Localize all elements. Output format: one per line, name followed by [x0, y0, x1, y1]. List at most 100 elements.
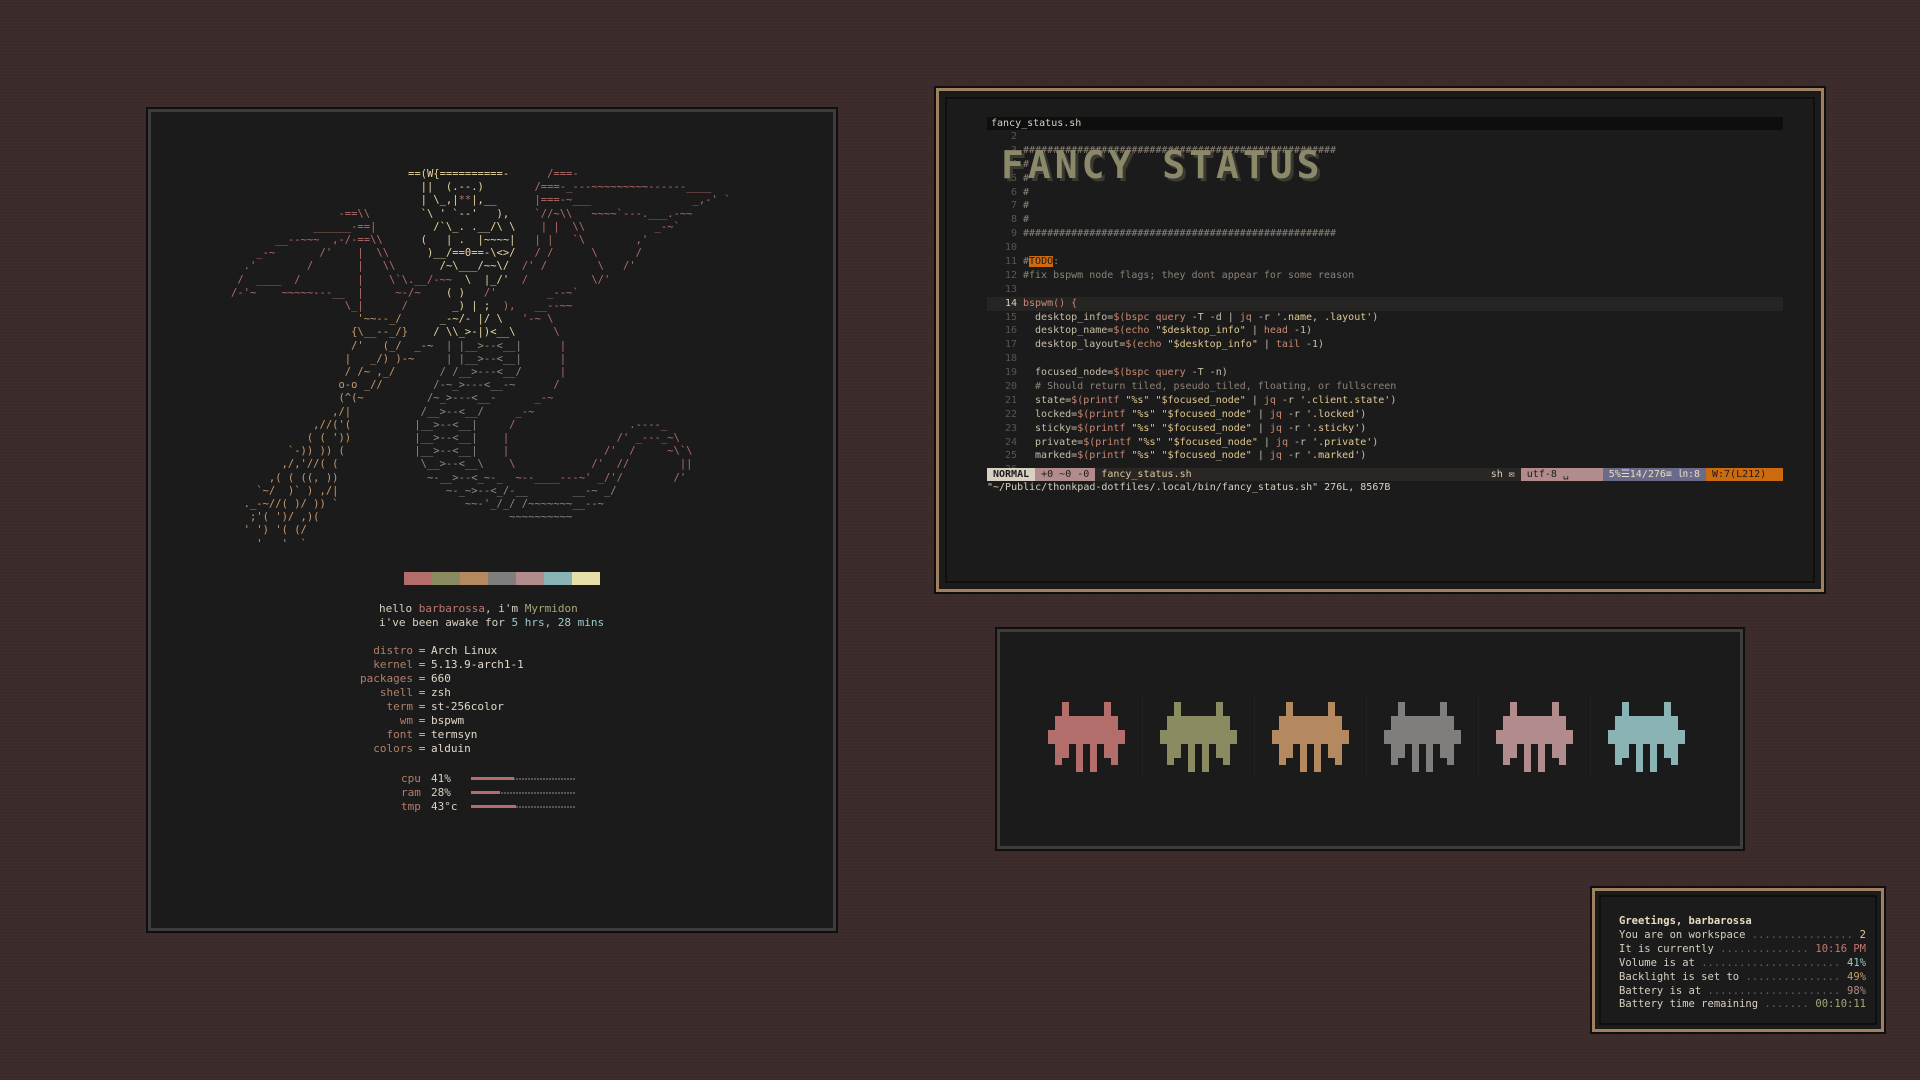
code-text: #TODO: [1023, 256, 1060, 268]
info-row-packages: packages = 660 [351, 672, 524, 686]
code-line[interactable]: 7 # [987, 199, 1783, 213]
code-line[interactable]: 10 [987, 241, 1783, 255]
code-line[interactable]: 11 #TODO: [987, 255, 1783, 269]
invaders-terminal-window[interactable] [995, 627, 1745, 851]
code-line[interactable]: 16 desktop_name=$(echo "$desktop_info" |… [987, 324, 1783, 338]
status-row: It is currently ...................... 1… [1619, 943, 1866, 957]
uptime-line: i've been awake for 5 hrs, 28 mins [379, 616, 605, 629]
status-value: 10:16 PM [1809, 942, 1866, 955]
code-line[interactable]: 13 [987, 283, 1783, 297]
code-line[interactable]: 20 # Should return tiled, pseudo_tiled, … [987, 380, 1783, 394]
meter-value: 41% [431, 772, 451, 785]
info-value: st-256color [431, 700, 504, 713]
code-line[interactable]: 21 state=$(printf "%s" "$focused_node" |… [987, 394, 1783, 408]
invader-cell [1366, 687, 1478, 787]
info-key: shell [379, 686, 413, 699]
line-number: 6 [1010, 186, 1017, 198]
meter-fill [471, 777, 514, 780]
line-number: 19 [1004, 367, 1017, 379]
palette-swatch-1 [404, 572, 432, 585]
editor-tabline[interactable]: fancy_status.sh [987, 117, 1783, 130]
status-label: Battery is at [1619, 984, 1708, 997]
info-row-term: term = st-256color [351, 700, 524, 714]
code-text: sticky=$(printf "%s" "$focused_node" | j… [1023, 422, 1367, 434]
code-text: locked=$(printf "%s" "$focused_node" | j… [1023, 408, 1367, 420]
invader-cell [1030, 687, 1142, 787]
palette-swatch-5 [516, 572, 544, 585]
code-line[interactable]: 12 #fix bspwm node flags; they dont appea… [987, 269, 1783, 283]
resource-meters: cpu 41% ram 28% tmp 43°c [401, 772, 575, 814]
system-info: distro = Arch Linux kernel = 5.13.9-arch1-1 pa… [351, 644, 524, 756]
status-dots: ................... [1745, 970, 1841, 983]
status-row: Battery is at ........................ 9… [1619, 985, 1866, 999]
code-line[interactable]: 8 # [987, 213, 1783, 227]
status-terminal-window[interactable]: Greetings, barbarossa You are on workspa… [1590, 886, 1886, 1034]
info-separator: = [418, 686, 426, 699]
code-line[interactable]: 2 [987, 130, 1783, 144]
info-value: zsh [431, 686, 451, 699]
code-text: #fix bspwm node flags; they dont appear … [1023, 269, 1355, 281]
meter-label: cpu [401, 772, 421, 785]
info-row-font: font = termsyn [351, 728, 524, 742]
info-separator: = [418, 728, 426, 741]
meter-bar [471, 777, 575, 780]
code-line[interactable]: 14 bspwm() { [987, 296, 1783, 311]
info-key: wm [399, 714, 413, 727]
uptime-value: 5 hrs, 28 mins [511, 616, 605, 629]
code-text: ########################################… [1023, 228, 1337, 240]
code-text: state=$(printf "%s" "$focused_node" | jq… [1023, 394, 1397, 406]
meter-tmp: tmp 43°c [401, 800, 575, 814]
line-number: 13 [1004, 283, 1017, 295]
cursor-position: 5%☰14/276≡ ㏑:8 [1602, 468, 1706, 481]
code-line[interactable]: 22 locked=$(printf "%s" "$focused_node" … [987, 408, 1783, 422]
code-text: private=$(printf "%s" "$focused_node" | … [1023, 436, 1379, 448]
info-key: kernel [373, 658, 413, 671]
line-number: 9 [1010, 228, 1017, 240]
meter-label: ram [401, 786, 421, 799]
palette-swatch-7 [572, 572, 600, 585]
info-separator: = [418, 672, 426, 685]
color-palette [376, 572, 600, 585]
code-line[interactable]: 15 desktop_info=$(bspc query -T -d | jq … [987, 311, 1783, 325]
code-line[interactable]: 18 [987, 352, 1783, 366]
space-invader-icon [1607, 702, 1685, 772]
line-number: 22 [1004, 408, 1017, 420]
statusline-filename: fancy_status.sh [1101, 469, 1192, 480]
meter-label: tmp [401, 800, 421, 813]
status-label: You are on workspace [1619, 928, 1752, 941]
code-line[interactable]: 24 private=$(printf "%s" "$focused_node"… [987, 436, 1783, 450]
code-line[interactable]: 19 focused_node=$(bspc query -T -n) [987, 366, 1783, 380]
vim-statusline: NORMAL +0 ~0 -0 fancy_status.sh sh ✉ utf… [987, 468, 1783, 481]
info-key: colors [373, 742, 413, 755]
code-text: desktop_info=$(bspc query -T -d | jq -r … [1023, 311, 1379, 323]
status-dots: ....... [1764, 998, 1809, 1011]
code-text: marked=$(printf "%s" "$focused_node" | j… [1023, 450, 1367, 462]
code-line[interactable]: 25 marked=$(printf "%s" "$focused_node" … [987, 449, 1783, 463]
encoding: utf-8 ␣ [1520, 468, 1603, 481]
line-number: 12 [1004, 269, 1017, 281]
status-value: 41% [1840, 956, 1866, 969]
code-text: # Should return tiled, pseudo_tiled, flo… [1023, 381, 1397, 393]
line-number: 20 [1004, 381, 1017, 393]
info-row-colors: colors = alduin [351, 742, 524, 756]
code-line[interactable]: 6 # [987, 186, 1783, 200]
editor-terminal-window[interactable]: fancy_status.sh 2 3 ######################… [934, 86, 1826, 594]
info-key: packages [360, 672, 413, 685]
meter-fill [471, 805, 516, 808]
meter-cpu: cpu 41% [401, 772, 575, 786]
git-diff-summary: +0 ~0 -0 [1035, 468, 1096, 481]
line-number: 7 [1010, 200, 1017, 212]
meter-value: 28% [431, 786, 451, 799]
info-row-kernel: kernel = 5.13.9-arch1-1 [351, 658, 523, 672]
status-label: Volume is at [1619, 956, 1702, 969]
space-invader-icon [1047, 702, 1125, 772]
code-line[interactable]: 17 desktop_layout=$(echo "$desktop_info"… [987, 338, 1783, 352]
code-line[interactable]: 23 sticky=$(printf "%s" "$focused_node" … [987, 422, 1783, 436]
code-line[interactable]: 9 #######################################… [987, 227, 1783, 241]
line-number: 17 [1004, 339, 1017, 351]
hello-line: hello barbarossa, i'm Myrmidon [379, 602, 578, 615]
status-row: Battery time remaining ....... 00:10:11 [1619, 998, 1866, 1012]
fetch-terminal-window[interactable]: ==(W{==========- /===- || (.--.) /===-_-… [146, 107, 838, 933]
status-label: Backlight is set to [1619, 970, 1746, 983]
info-value: bspwm [431, 714, 465, 727]
